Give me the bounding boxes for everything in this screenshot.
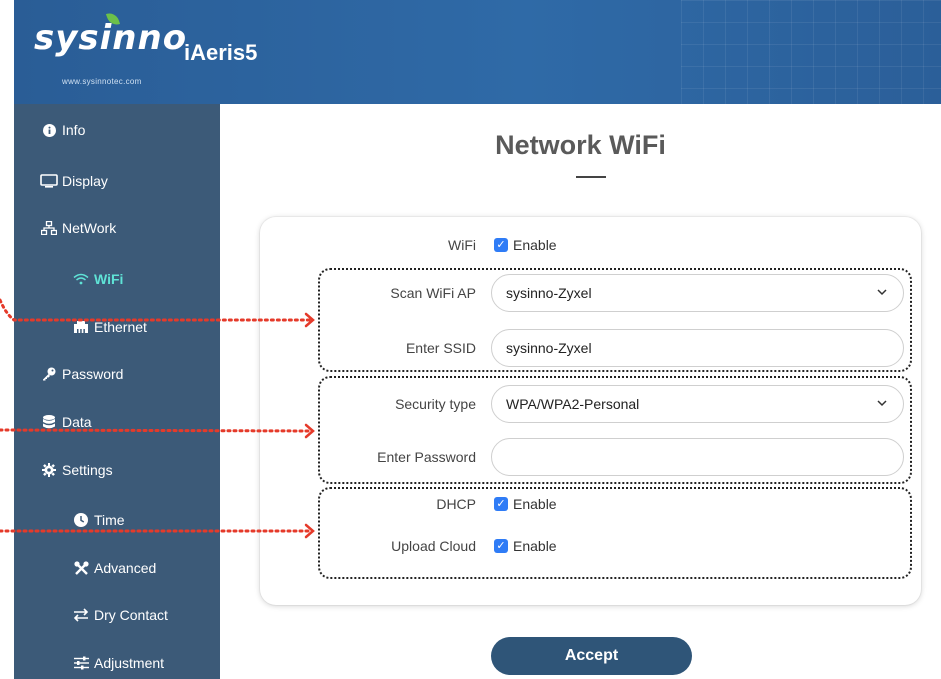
tools-icon (72, 560, 90, 576)
sidebar-item-info[interactable]: Info (14, 117, 220, 143)
chevron-down-icon (877, 396, 887, 410)
sidebar-item-label: Settings (62, 462, 113, 478)
sidebar-item-password[interactable]: Password (14, 361, 220, 387)
info-icon (40, 123, 58, 137)
sidebar-item-label: Display (62, 173, 108, 189)
sidebar-item-label: Password (62, 366, 124, 382)
sidebar: Info Display NetWork WiFi Ethernet Passw… (14, 104, 220, 679)
ssid-label: Enter SSID (405, 340, 476, 356)
sidebar-item-wifi[interactable]: WiFi (14, 266, 220, 292)
brand-logo: sysinno (34, 10, 188, 58)
logo-url: www.sysinnotec.com (62, 77, 142, 86)
upload-cloud-label: Upload Cloud (391, 538, 476, 554)
sidebar-item-label: Time (94, 512, 125, 528)
swap-icon (72, 608, 90, 622)
database-icon (40, 415, 58, 429)
sliders-icon (72, 656, 90, 670)
wifi-label: WiFi (448, 237, 476, 253)
dhcp-enable-checkbox[interactable]: ✓ (494, 497, 508, 511)
product-name: iAeris5 (184, 40, 258, 65)
wifi-enable-label: Enable (513, 237, 557, 253)
sidebar-item-advanced[interactable]: Advanced (14, 555, 220, 581)
monitor-icon (40, 174, 58, 188)
upload-cloud-enable-checkbox[interactable]: ✓ (494, 539, 508, 553)
header-grid-decoration (681, 0, 941, 104)
gear-icon (40, 463, 58, 477)
sidebar-item-label: Adjustment (94, 655, 165, 671)
sidebar-item-label: NetWork (62, 220, 117, 236)
security-type-value: WPA/WPA2-Personal (506, 396, 640, 412)
scan-wifi-ap-label: Scan WiFi AP (390, 285, 476, 301)
wifi-icon (72, 273, 90, 285)
password-input[interactable] (491, 438, 904, 476)
sidebar-item-data[interactable]: Data (14, 409, 220, 435)
key-icon (40, 367, 58, 381)
sidebar-item-label: Info (62, 122, 86, 138)
dhcp-label: DHCP (436, 496, 476, 512)
clock-icon (72, 513, 90, 527)
sidebar-item-label: WiFi (94, 271, 124, 287)
sidebar-item-label: Data (62, 414, 92, 430)
ssid-input[interactable]: sysinno-Zyxel (491, 329, 904, 367)
sidebar-item-ethernet[interactable]: Ethernet (14, 314, 220, 340)
scan-wifi-ap-select[interactable]: sysinno-Zyxel (491, 274, 904, 312)
ethernet-icon (72, 321, 90, 333)
wifi-enable-checkbox[interactable]: ✓ (494, 238, 508, 252)
scan-wifi-ap-value: sysinno-Zyxel (506, 285, 592, 301)
sidebar-item-label: Advanced (94, 560, 157, 576)
title-underline (576, 176, 606, 178)
accept-button[interactable]: Accept (491, 637, 692, 675)
dhcp-enable-label: Enable (513, 496, 557, 512)
page-title: Network WiFi (495, 130, 666, 160)
chevron-down-icon (877, 285, 887, 299)
sidebar-item-adjustment[interactable]: Adjustment (14, 650, 220, 676)
upload-cloud-enable-label: Enable (513, 538, 557, 554)
sidebar-item-settings[interactable]: Settings (14, 457, 220, 483)
ssid-value: sysinno-Zyxel (506, 340, 592, 356)
sidebar-item-label: Ethernet (94, 319, 147, 335)
security-type-select[interactable]: WPA/WPA2-Personal (491, 385, 904, 423)
sidebar-item-label: Dry Contact (94, 607, 168, 623)
network-icon (40, 221, 58, 235)
logo-text: sysinno (34, 18, 188, 58)
sidebar-item-dry-contact[interactable]: Dry Contact (14, 602, 220, 628)
sidebar-item-display[interactable]: Display (14, 168, 220, 194)
app-header: sysinno iAeris5 www.sysinnotec.com (14, 0, 941, 104)
sidebar-item-network[interactable]: NetWork (14, 215, 220, 241)
sidebar-item-time[interactable]: Time (14, 507, 220, 533)
password-label: Enter Password (377, 449, 476, 465)
security-type-label: Security type (395, 396, 476, 412)
